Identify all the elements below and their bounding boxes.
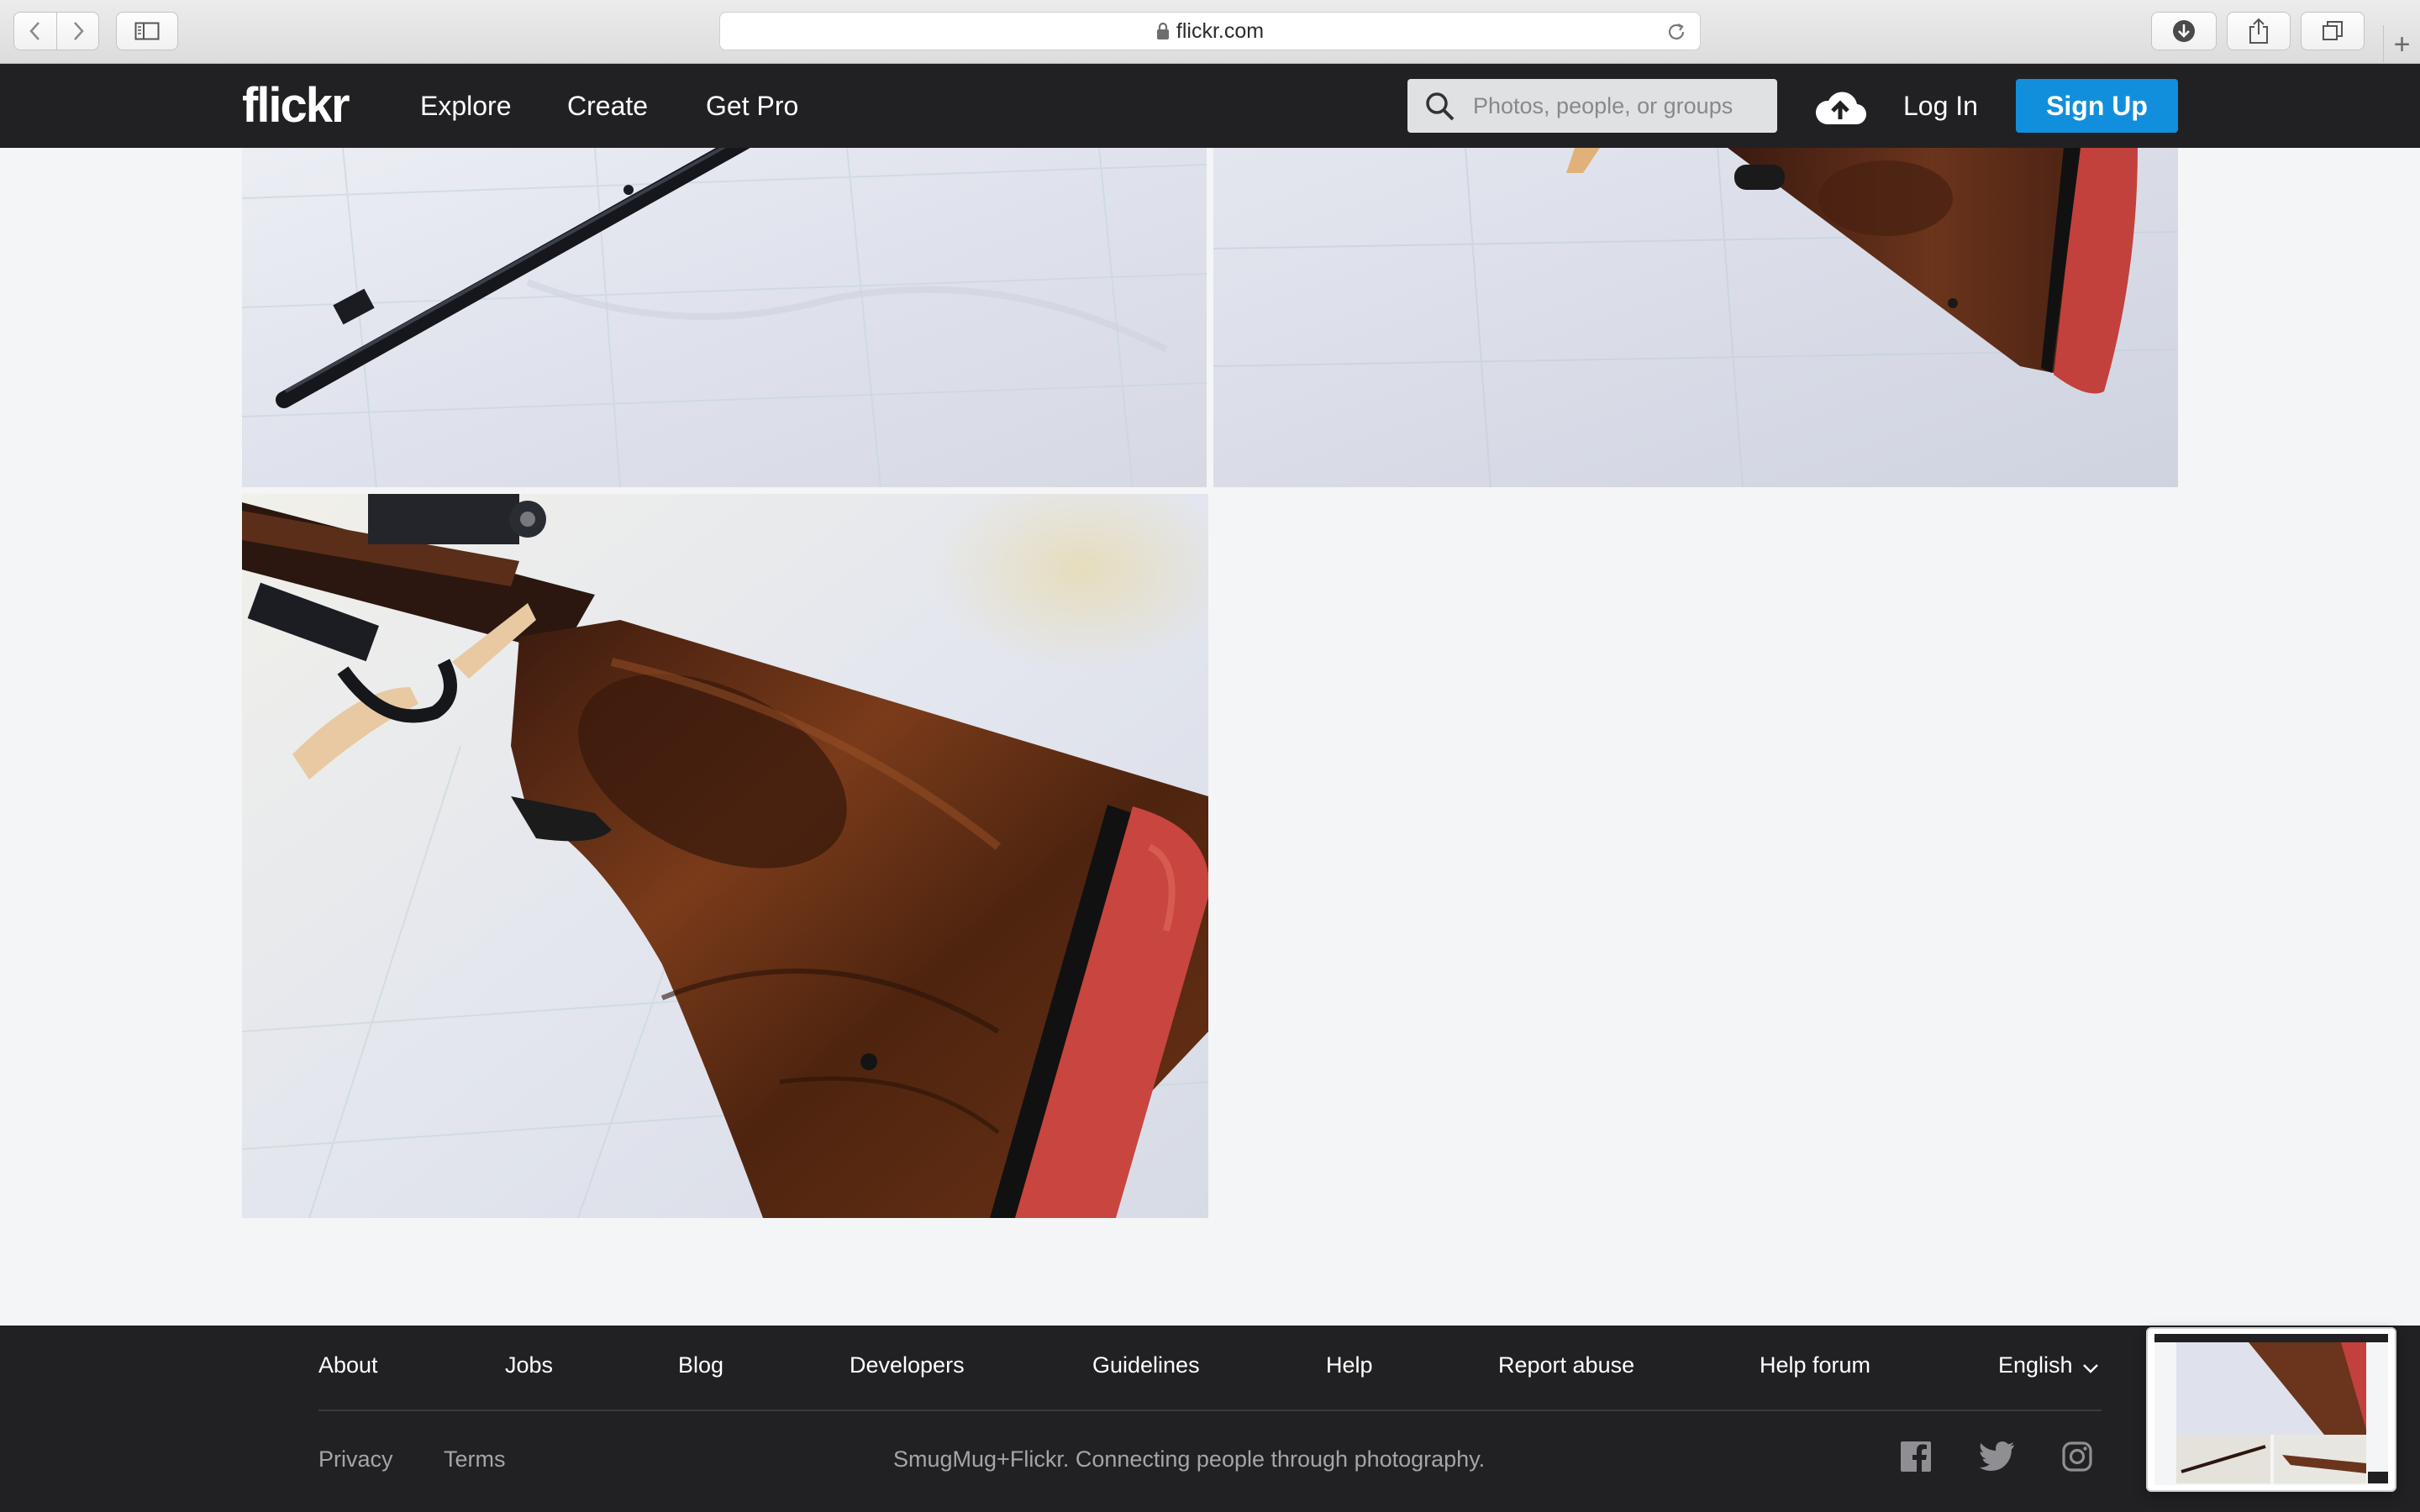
nav-get-pro[interactable]: Get Pro — [706, 91, 798, 122]
facebook-icon[interactable] — [1901, 1441, 1931, 1472]
footer-link-terms[interactable]: Terms — [444, 1446, 506, 1473]
login-link[interactable]: Log In — [1903, 91, 1978, 122]
footer-link-help-forum[interactable]: Help forum — [1760, 1352, 1870, 1378]
site-header: flickr Explore Create Get Pro Log In Sig… — [0, 64, 2420, 148]
search-box — [1407, 79, 1777, 133]
flickr-logo[interactable]: flickr — [242, 77, 350, 134]
footer-link-about[interactable]: About — [318, 1352, 378, 1378]
new-tab-button[interactable]: + — [2383, 25, 2420, 64]
address-bar[interactable]: flickr.com — [719, 12, 1701, 50]
download-icon — [2173, 20, 2195, 42]
chevron-down-icon[interactable] — [2082, 1362, 2099, 1374]
lock-icon — [1156, 22, 1169, 39]
reload-icon[interactable] — [1665, 20, 1688, 44]
plus-icon: + — [2393, 28, 2411, 60]
twitter-icon[interactable] — [1980, 1441, 2015, 1472]
search-input[interactable] — [1473, 79, 1767, 133]
url-text: flickr.com — [1176, 18, 1265, 43]
share-button[interactable] — [2227, 12, 2291, 50]
footer-divider — [318, 1410, 2102, 1411]
footer-link-privacy[interactable]: Privacy — [318, 1446, 393, 1473]
downloads-button[interactable] — [2151, 12, 2217, 50]
tabs-icon — [2323, 21, 2343, 40]
footer-link-report-abuse[interactable]: Report abuse — [1498, 1352, 1634, 1378]
site-footer: About Jobs Blog Developers Guidelines He… — [0, 1326, 2420, 1512]
photo-rifle-stock[interactable] — [1213, 148, 2178, 487]
upload-cloud-icon[interactable] — [1813, 87, 1867, 126]
footer-link-developers[interactable]: Developers — [850, 1352, 965, 1378]
instagram-icon[interactable] — [2062, 1441, 2092, 1472]
share-icon — [2249, 18, 2268, 44]
nav-explore[interactable]: Explore — [420, 91, 512, 122]
forward-button[interactable] — [56, 13, 98, 50]
sidebar-icon — [134, 22, 160, 40]
browser-toolbar: flickr.com + — [0, 0, 2420, 64]
photo-rifle-barrel[interactable] — [242, 148, 1207, 487]
chevron-right-icon — [73, 22, 84, 40]
footer-link-help[interactable]: Help — [1326, 1352, 1373, 1378]
chevron-left-icon — [29, 22, 39, 40]
footer-link-blog[interactable]: Blog — [678, 1352, 723, 1378]
screenshot-preview-thumbnail[interactable] — [2146, 1327, 2396, 1492]
footer-link-guidelines[interactable]: Guidelines — [1092, 1352, 1200, 1378]
nav-create[interactable]: Create — [567, 91, 648, 122]
language-selector[interactable]: English — [1998, 1352, 2073, 1378]
sidebar-button[interactable] — [116, 12, 178, 50]
signup-button[interactable]: Sign Up — [2016, 79, 2178, 133]
tabs-overview-button[interactable] — [2301, 12, 2365, 50]
back-button[interactable] — [14, 13, 56, 50]
history-navigation — [13, 12, 99, 50]
footer-tagline: SmugMug+Flickr. Connecting people throug… — [893, 1446, 1486, 1472]
search-icon[interactable] — [1424, 91, 1456, 123]
footer-link-jobs[interactable]: Jobs — [505, 1352, 553, 1378]
photo-rifle-stock-closeup[interactable] — [242, 494, 1208, 1218]
